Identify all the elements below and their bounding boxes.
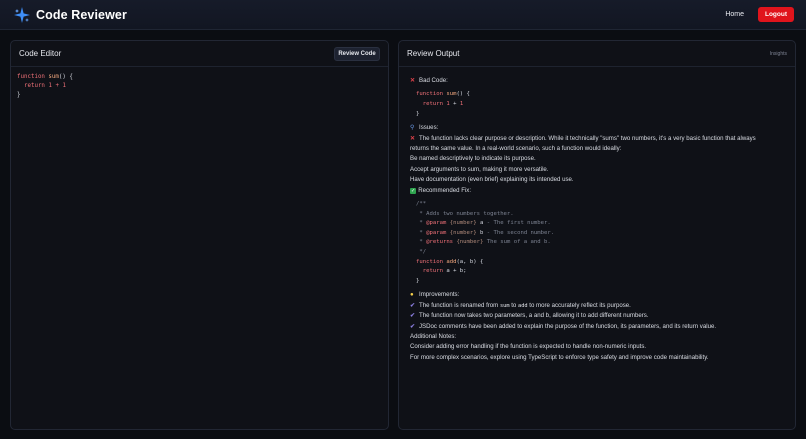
note-item: For more complex scenarios, explore usin… [410,353,709,361]
insights-label: Insights [769,50,787,57]
review-output-title: Review Output [407,49,460,58]
bad-code-block: function sum() { return 1 + 1 } [416,91,470,117]
magnifier-icon: ⚲ [410,124,415,132]
sparkle-icon [14,6,30,23]
logout-button[interactable]: Logout [758,7,794,22]
issues-heading: Issues: [419,124,439,132]
bad-code-heading: Bad Code: [419,77,448,84]
code-editor-title: Code Editor [19,49,62,58]
review-code-button[interactable]: Review Code [334,46,380,61]
improvements-heading: Improvements: [419,291,460,299]
review-content: ✕ Bad Code: function sum() { return 1 + 1… [399,67,795,370]
issue-point: Accept arguments to sum, making it more … [410,165,549,173]
code-editor-header: Code Editor Review Code [11,41,388,67]
checkmark-icon: ✔ [410,301,416,309]
navbar: Code Reviewer Home Logout [0,0,806,30]
review-output-header: Review Output Insights [399,41,795,67]
lightbulb-icon: ● [410,291,414,299]
app-title: Code Reviewer [36,7,127,22]
note-item: Consider adding error handling if the fu… [410,343,647,351]
improvement-item: ✔ JSDoc comments have been added to expla… [410,322,784,332]
additional-notes-heading: Additional Notes: [410,333,457,340]
fix-code-block: /** * Adds two numbers together. * @para… [416,201,555,284]
code-line: } [17,92,21,98]
improvement-item: ✔ The function now takes two parameters, … [410,311,784,321]
issue-text-2: returns the same value. In a real-world … [410,145,622,152]
code-line: function sum() { [17,74,73,80]
home-link[interactable]: Home [721,11,748,18]
review-output-panel: Review Output Insights ✕ Bad Code: functi… [398,40,796,430]
code-line: return 1 + 1 [23,83,66,89]
code-keyword: return [23,83,45,89]
checkmark-icon: ✔ [410,312,416,320]
improvement-item: ✔ The function is renamed from sum to add… [410,301,784,311]
checkmark-icon: ✔ [410,322,416,330]
check-box-icon: ✓ [410,187,417,194]
code-editor-textarea[interactable]: function sum() { return 1 + 1 } [11,67,388,106]
code-editor-panel: Code Editor Review Code function sum() {… [10,40,389,430]
recommended-fix-heading: Recommended Fix: [418,186,472,194]
brand[interactable]: Code Reviewer [14,6,127,23]
issue-point: Have documentation (even brief) explaini… [410,176,574,184]
code-keyword: function [17,74,45,80]
issue-text-1: The function lacks clear purpose or desc… [419,134,756,142]
issue-point: Be named descriptively to indicate its p… [410,155,536,163]
code-fn-name: sum [48,74,59,80]
cross-icon: ✕ [410,134,416,142]
cross-icon: ✕ [410,77,416,84]
